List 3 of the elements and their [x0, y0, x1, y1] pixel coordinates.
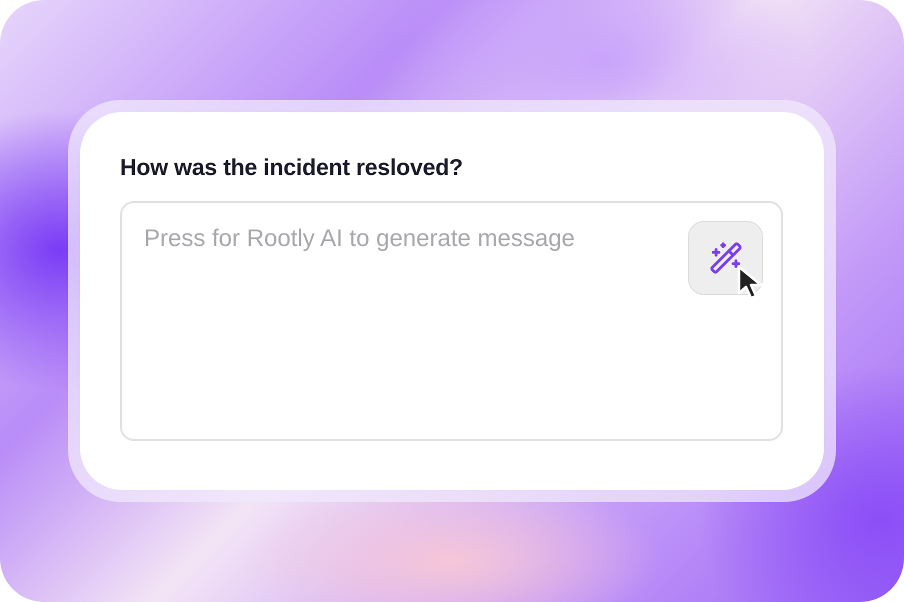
question-label: How was the incident resloved?: [120, 154, 464, 181]
message-field[interactable]: Press for Rootly AI to generate message: [120, 201, 783, 441]
magic-wand-icon: [708, 241, 742, 275]
